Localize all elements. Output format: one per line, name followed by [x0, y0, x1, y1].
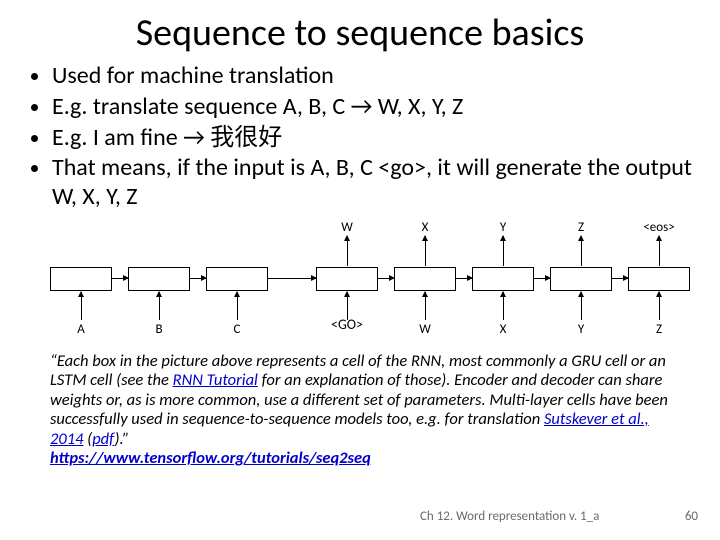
bullet-list: Used for machine translation E.g. transl…: [28, 62, 692, 212]
bullet-item: Used for machine translation: [52, 62, 692, 91]
arrow-up-icon: [81, 292, 82, 320]
footer-chapter: Ch 12. Word representation v. 1_a: [420, 509, 599, 524]
arrow-right-icon: [612, 278, 628, 279]
arrow-up-icon: [581, 236, 582, 266]
arrow-up-icon: [659, 236, 660, 266]
rnn-cell: [128, 267, 190, 291]
arrow-up-icon: [347, 236, 348, 266]
source-link[interactable]: https://www.tensorflow.org/tutorials/seq…: [50, 448, 371, 468]
slide-title: Sequence to sequence basics: [28, 10, 692, 56]
input-label: Z: [633, 322, 685, 337]
arrow-up-icon: [503, 236, 504, 266]
output-label: W: [321, 220, 373, 235]
arrow-up-icon: [237, 292, 238, 320]
arrow-right-icon: [378, 278, 394, 279]
rnn-cell: [50, 267, 112, 291]
bullet-item: E.g. I am fine → 我很好: [52, 124, 692, 153]
input-label: B: [133, 322, 185, 337]
output-label: Z: [555, 220, 607, 235]
input-label: <GO>: [321, 316, 373, 333]
arrow-up-icon: [425, 292, 426, 320]
footer-page-number: 60: [685, 509, 698, 524]
bullet-item: That means, if the input is A, B, C <go>…: [52, 154, 692, 212]
arrow-up-icon: [659, 292, 660, 320]
rnn-cell: [472, 267, 534, 291]
rnn-cell: [316, 267, 378, 291]
input-label: X: [477, 322, 529, 337]
arrow-right-icon: [112, 278, 128, 279]
quote-block: “Each box in the picture above represent…: [50, 352, 674, 469]
output-label: X: [399, 220, 451, 235]
slide: Sequence to sequence basics Used for mac…: [0, 0, 720, 540]
quote-text: (: [83, 429, 92, 449]
output-label: Y: [477, 220, 529, 235]
quote-text: ).”: [114, 429, 129, 449]
input-label: C: [211, 322, 263, 337]
arrow-right-icon: [456, 278, 472, 279]
output-label: <eos>: [633, 220, 685, 235]
input-label: W: [399, 322, 451, 337]
arrow-right-icon: [268, 278, 316, 279]
rnn-cell: [550, 267, 612, 291]
input-label: Y: [555, 322, 607, 337]
rnn-cell: [628, 267, 690, 291]
pdf-link[interactable]: pdf: [92, 429, 114, 449]
rnn-cell: [394, 267, 456, 291]
rnn-cell: [206, 267, 268, 291]
rnn-tutorial-link[interactable]: RNN Tutorial: [173, 370, 258, 390]
arrow-up-icon: [425, 236, 426, 266]
arrow-right-icon: [534, 278, 550, 279]
seq2seq-diagram: A B C <GO> W X Y Z W X Y Z <eos>: [40, 218, 680, 348]
input-label: A: [55, 322, 107, 337]
arrow-right-icon: [190, 278, 206, 279]
arrow-up-icon: [503, 292, 504, 320]
arrow-up-icon: [581, 292, 582, 320]
arrow-up-icon: [159, 292, 160, 320]
bullet-item: E.g. translate sequence A, B, C → W, X, …: [52, 93, 692, 122]
